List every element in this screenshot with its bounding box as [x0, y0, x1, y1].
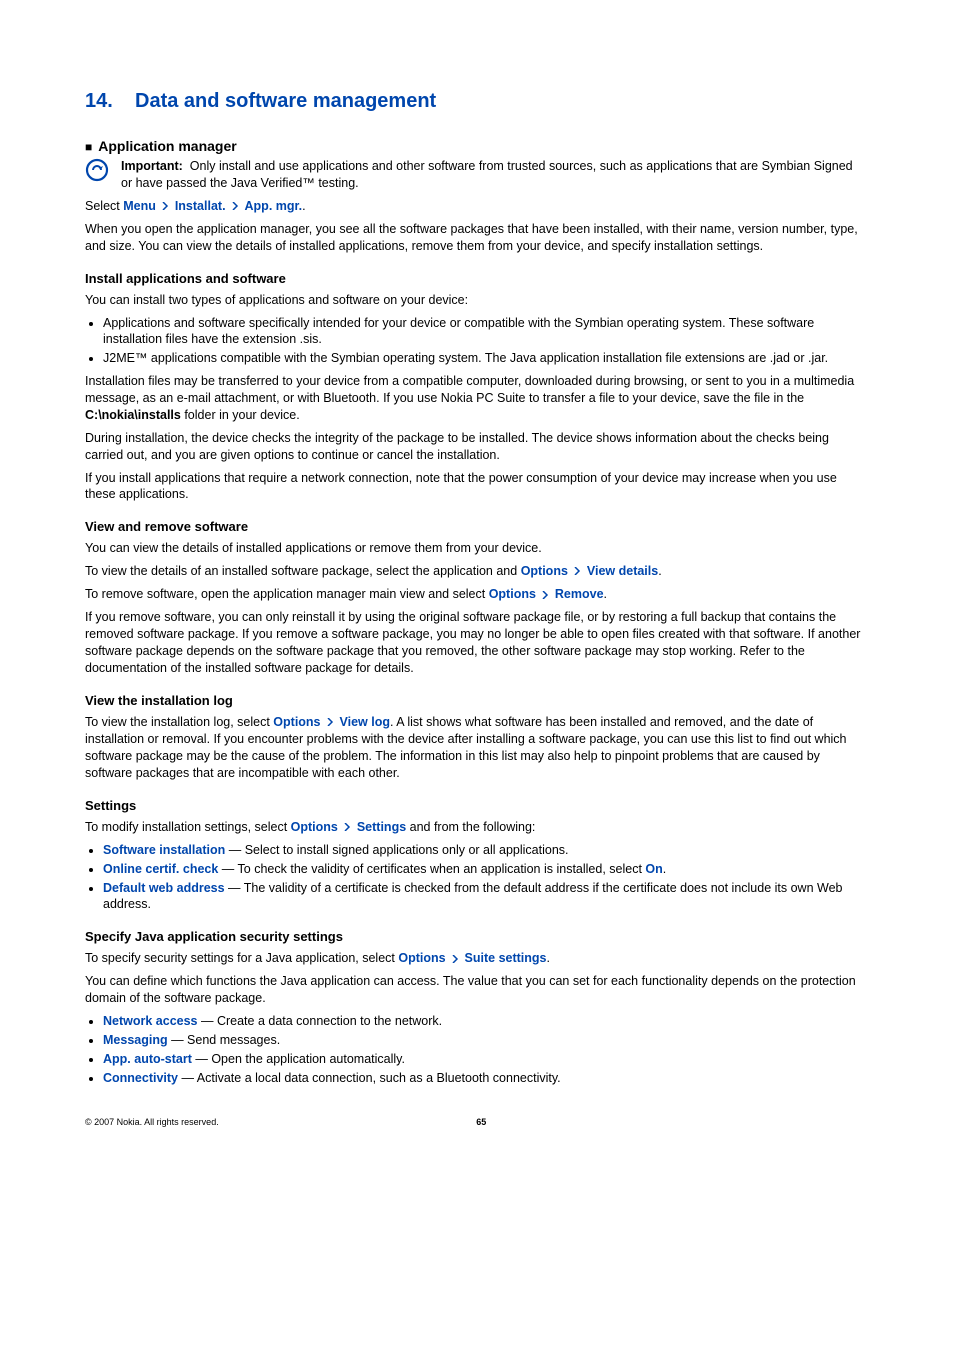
- on-link: On: [645, 862, 662, 876]
- setting-desc: — Activate a local data connection, such…: [178, 1071, 561, 1085]
- text: To view the installation log, select: [85, 715, 273, 729]
- setting-name: Online certif. check: [103, 862, 218, 876]
- copyright-text: © 2007 Nokia. All rights reserved.: [85, 1117, 219, 1127]
- setting-name: Network access: [103, 1014, 198, 1028]
- page-container: 14.Data and software management ■ Applica…: [0, 0, 954, 1167]
- javasec-p2: You can define which functions the Java …: [85, 973, 865, 1007]
- setting-desc: — Send messages.: [168, 1033, 281, 1047]
- list-item: Software installation — Select to instal…: [103, 842, 865, 859]
- select-suffix: .: [302, 199, 305, 213]
- list-item: Online certif. check — To check the vali…: [103, 861, 865, 878]
- chevron-right-icon: [451, 951, 459, 968]
- viewlog-link: View log: [339, 715, 389, 729]
- viewlog-heading: View the installation log: [85, 693, 865, 708]
- text: Installation files may be transferred to…: [85, 374, 854, 405]
- setting-name: App. auto-start: [103, 1052, 192, 1066]
- section-bullet-icon: ■: [85, 140, 92, 154]
- options-link: Options: [291, 820, 338, 834]
- setting-name: Software installation: [103, 843, 225, 857]
- viewremove-p4: If you remove software, you can only rei…: [85, 609, 865, 677]
- chapter-heading: 14.Data and software management: [85, 90, 865, 113]
- settings-link: Settings: [357, 820, 406, 834]
- setting-name: Connectivity: [103, 1071, 178, 1085]
- text: and from the following:: [406, 820, 535, 834]
- text: To modify installation settings, select: [85, 820, 291, 834]
- list-item: Connectivity — Activate a local data con…: [103, 1070, 865, 1087]
- install-intro: You can install two types of application…: [85, 292, 865, 309]
- remove-link: Remove: [555, 587, 604, 601]
- viewremove-p2: To view the details of an installed soft…: [85, 563, 865, 580]
- intro-paragraph: When you open the application manager, y…: [85, 221, 865, 255]
- text: folder in your device.: [181, 408, 300, 422]
- list-item: Network access — Create a data connectio…: [103, 1013, 865, 1030]
- settings-heading: Settings: [85, 798, 865, 813]
- select-line: Select Menu Installat. App. mgr..: [85, 198, 865, 215]
- install-p3: If you install applications that require…: [85, 470, 865, 504]
- options-link: Options: [521, 564, 568, 578]
- chevron-right-icon: [161, 198, 169, 215]
- setting-desc: — Create a data connection to the networ…: [198, 1014, 443, 1028]
- text: To remove software, open the application…: [85, 587, 489, 601]
- suite-settings-link: Suite settings: [465, 951, 547, 965]
- settings-list: Software installation — Select to instal…: [85, 842, 865, 914]
- chapter-title: Data and software management: [135, 90, 436, 112]
- install-p1: Installation files may be transferred to…: [85, 373, 865, 424]
- text: .: [663, 862, 666, 876]
- list-item: Messaging — Send messages.: [103, 1032, 865, 1049]
- chapter-number: 14.: [85, 90, 135, 113]
- installat-link: Installat.: [175, 199, 226, 213]
- options-link: Options: [489, 587, 536, 601]
- section-title: Application manager: [98, 138, 236, 154]
- options-link: Options: [398, 951, 445, 965]
- setting-desc: — Select to install signed applications …: [225, 843, 568, 857]
- viewremove-heading: View and remove software: [85, 519, 865, 534]
- options-link: Options: [273, 715, 320, 729]
- important-body: Only install and use applications and ot…: [121, 159, 853, 190]
- viewlog-p: To view the installation log, select Opt…: [85, 714, 865, 782]
- javasec-heading: Specify Java application security settin…: [85, 929, 865, 944]
- select-prefix: Select: [85, 199, 123, 213]
- page-number: 65: [476, 1117, 486, 1127]
- chevron-right-icon: [343, 819, 351, 836]
- chevron-right-icon: [231, 198, 239, 215]
- javasec-list: Network access — Create a data connectio…: [85, 1013, 865, 1087]
- settings-intro: To modify installation settings, select …: [85, 819, 865, 836]
- setting-name: Default web address: [103, 881, 225, 895]
- menu-link: Menu: [123, 199, 156, 213]
- section-heading: ■ Application manager: [85, 138, 865, 154]
- text: To specify security settings for a Java …: [85, 951, 398, 965]
- folder-path: C:\nokia\installs: [85, 408, 181, 422]
- setting-desc: — To check the validity of certificates …: [218, 862, 645, 876]
- chevron-right-icon: [541, 587, 549, 604]
- viewremove-p3: To remove software, open the application…: [85, 586, 865, 603]
- chevron-right-icon: [326, 714, 334, 731]
- setting-desc: — Open the application automatically.: [192, 1052, 405, 1066]
- list-item: App. auto-start — Open the application a…: [103, 1051, 865, 1068]
- important-note: Important: Only install and use applicat…: [85, 158, 865, 192]
- list-item: Applications and software specifically i…: [103, 315, 865, 349]
- install-bullet-list: Applications and software specifically i…: [85, 315, 865, 368]
- javasec-p1: To specify security settings for a Java …: [85, 950, 865, 967]
- install-p2: During installation, the device checks t…: [85, 430, 865, 464]
- page-footer: © 2007 Nokia. All rights reserved. 65: [85, 1117, 865, 1127]
- important-label: Important:: [121, 159, 183, 173]
- appmgr-link: App. mgr.: [245, 199, 303, 213]
- chevron-right-icon: [573, 563, 581, 580]
- text: To view the details of an installed soft…: [85, 564, 521, 578]
- important-icon: [85, 158, 109, 185]
- list-item: Default web address — The validity of a …: [103, 880, 865, 914]
- list-item: J2ME™ applications compatible with the S…: [103, 350, 865, 367]
- install-heading: Install applications and software: [85, 271, 865, 286]
- important-text: Important: Only install and use applicat…: [121, 158, 865, 192]
- setting-name: Messaging: [103, 1033, 168, 1047]
- viewdetails-link: View details: [587, 564, 658, 578]
- viewremove-p1: You can view the details of installed ap…: [85, 540, 865, 557]
